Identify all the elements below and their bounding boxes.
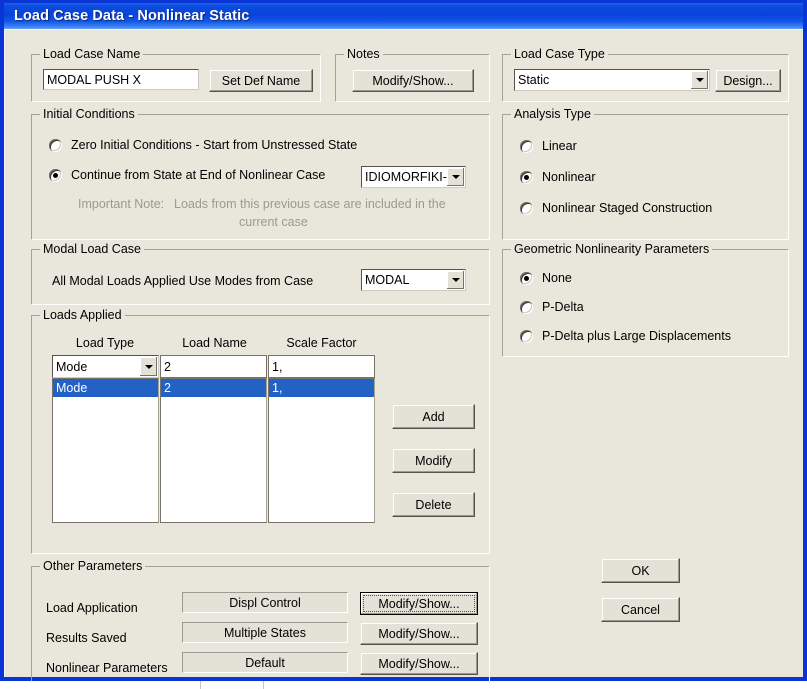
- modal-load-case-combo[interactable]: MODAL: [361, 269, 466, 291]
- cancel-button[interactable]: Cancel: [601, 597, 680, 622]
- radio-indicator: [49, 138, 62, 152]
- dialog-window: Load Case Data - Nonlinear Static Load C…: [0, 0, 807, 685]
- column-header-load-type: Load Type: [75, 336, 135, 350]
- group-analysis-type: Analysis Type Linear Nonlinear Nonlinear…: [502, 107, 789, 240]
- group-initial-conditions: Initial Conditions Zero Initial Conditio…: [31, 107, 490, 240]
- load-case-type-combo[interactable]: Static: [514, 69, 710, 91]
- window-title: Load Case Data - Nonlinear Static: [14, 8, 250, 24]
- radio-geom-none[interactable]: None: [520, 271, 572, 285]
- title-bar[interactable]: Load Case Data - Nonlinear Static: [4, 3, 803, 29]
- loads-list-row-scale-factor[interactable]: 1,: [269, 379, 374, 397]
- background-segment: [200, 681, 264, 689]
- radio-analysis-linear[interactable]: Linear: [520, 139, 577, 153]
- radio-geom-none-label: None: [542, 271, 572, 285]
- group-other-parameters-title: Other Parameters: [40, 559, 146, 573]
- chevron-down-icon: [144, 364, 153, 369]
- radio-indicator: [520, 300, 533, 314]
- column-header-scale-factor: Scale Factor: [286, 336, 357, 350]
- nonlinear-parameters-modify-show-button[interactable]: Modify/Show...: [360, 652, 478, 675]
- nonlinear-parameters-label: Nonlinear Parameters: [46, 661, 168, 675]
- radio-indicator: [520, 271, 533, 285]
- radio-indicator: [49, 168, 62, 182]
- load-name-editor-input[interactable]: 2: [160, 355, 267, 378]
- group-load-case-name-title: Load Case Name: [40, 47, 144, 61]
- column-header-load-name: Load Name: [182, 336, 247, 350]
- loads-list-column-load-name[interactable]: 2: [160, 378, 267, 523]
- important-note-label: Important Note:: [78, 197, 165, 211]
- load-application-modify-show-button[interactable]: Modify/Show...: [360, 592, 478, 615]
- group-loads-applied: Loads Applied Load Type Load Name Scale …: [31, 308, 490, 554]
- modal-load-case-combo-value: MODAL: [365, 273, 410, 287]
- radio-indicator: [520, 329, 533, 343]
- load-case-type-combo-value: Static: [518, 73, 550, 87]
- radio-indicator: [520, 170, 533, 184]
- radio-analysis-staged-construction[interactable]: Nonlinear Staged Construction: [520, 201, 712, 215]
- load-application-modify-show-label: Modify/Show...: [378, 596, 460, 611]
- initial-conditions-case-dropdown-button[interactable]: [447, 168, 464, 186]
- initial-conditions-case-combo[interactable]: IDIOMORFIKI-X: [361, 166, 466, 188]
- load-case-name-input[interactable]: MODAL PUSH X: [43, 69, 199, 90]
- group-load-case-type: Load Case Type Static Design...: [502, 47, 789, 102]
- radio-continue-from-state-label: Continue from State at End of Nonlinear …: [71, 168, 326, 182]
- load-application-label: Load Application: [46, 601, 138, 615]
- radio-analysis-linear-label: Linear: [542, 139, 577, 153]
- load-type-editor-value: Mode: [56, 359, 88, 374]
- group-load-case-name: Load Case Name MODAL PUSH X Set Def Name: [31, 47, 321, 102]
- modal-load-case-label: All Modal Loads Applied Use Modes from C…: [52, 274, 314, 288]
- notes-modify-show-button[interactable]: Modify/Show...: [352, 69, 474, 92]
- group-notes-title: Notes: [344, 47, 383, 61]
- loads-list-column-scale-factor[interactable]: 1,: [268, 378, 375, 523]
- group-load-case-type-title: Load Case Type: [511, 47, 608, 61]
- background-strip: [0, 681, 807, 689]
- radio-indicator: [520, 201, 533, 215]
- design-button[interactable]: Design...: [715, 69, 781, 92]
- set-def-name-button[interactable]: Set Def Name: [209, 69, 313, 92]
- load-application-value: Displ Control: [182, 592, 348, 613]
- radio-geom-p-delta[interactable]: P-Delta: [520, 300, 584, 314]
- ok-button[interactable]: OK: [601, 558, 680, 583]
- group-geometric-nonlinearity: Geometric Nonlinearity Parameters None P…: [502, 242, 789, 357]
- radio-geom-p-delta-large-displacements[interactable]: P-Delta plus Large Displacements: [520, 329, 731, 343]
- modal-load-case-dropdown-button[interactable]: [447, 271, 464, 289]
- modify-load-button[interactable]: Modify: [392, 448, 475, 473]
- dialog-client-area: Load Case Name MODAL PUSH X Set Def Name…: [4, 29, 803, 685]
- important-note-line2: current case: [239, 215, 308, 229]
- group-other-parameters: Other Parameters Load Application Displ …: [31, 559, 490, 685]
- load-case-type-dropdown-button[interactable]: [691, 71, 708, 89]
- radio-zero-initial-conditions[interactable]: Zero Initial Conditions - Start from Uns…: [49, 138, 357, 152]
- loads-list-row-load-name[interactable]: 2: [161, 379, 266, 397]
- load-type-dropdown-button[interactable]: [140, 357, 157, 376]
- results-saved-modify-show-button[interactable]: Modify/Show...: [360, 622, 478, 645]
- radio-continue-from-state[interactable]: Continue from State at End of Nonlinear …: [49, 168, 325, 182]
- radio-geom-p-delta-large-displacements-label: P-Delta plus Large Displacements: [542, 329, 731, 343]
- radio-geom-p-delta-label: P-Delta: [542, 300, 584, 314]
- add-load-button[interactable]: Add: [392, 404, 475, 429]
- chevron-down-icon: [451, 278, 460, 282]
- loads-list-row-load-type[interactable]: Mode: [53, 379, 158, 397]
- group-geometric-nonlinearity-title: Geometric Nonlinearity Parameters: [511, 242, 713, 256]
- group-modal-load-case-title: Modal Load Case: [40, 242, 144, 256]
- group-modal-load-case: Modal Load Case All Modal Loads Applied …: [31, 242, 490, 305]
- group-initial-conditions-title: Initial Conditions: [40, 107, 138, 121]
- group-notes: Notes Modify/Show...: [335, 47, 490, 102]
- scale-factor-editor-input[interactable]: 1,: [268, 355, 375, 378]
- results-saved-label: Results Saved: [46, 631, 127, 645]
- load-type-editor-combo[interactable]: Mode: [52, 355, 159, 378]
- radio-analysis-staged-construction-label: Nonlinear Staged Construction: [542, 201, 713, 215]
- loads-list-column-load-type[interactable]: Mode: [52, 378, 159, 523]
- chevron-down-icon: [451, 175, 460, 179]
- group-analysis-type-title: Analysis Type: [511, 107, 594, 121]
- radio-indicator: [520, 139, 533, 153]
- group-loads-applied-title: Loads Applied: [40, 308, 125, 322]
- chevron-down-icon: [695, 78, 704, 82]
- radio-analysis-nonlinear-label: Nonlinear: [542, 170, 596, 184]
- radio-analysis-nonlinear[interactable]: Nonlinear: [520, 170, 596, 184]
- results-saved-value: Multiple States: [182, 622, 348, 643]
- initial-conditions-case-combo-value: IDIOMORFIKI-X: [365, 170, 447, 184]
- delete-load-button[interactable]: Delete: [392, 492, 475, 517]
- important-note-line1: Loads from this previous case are includ…: [174, 197, 446, 211]
- radio-zero-initial-conditions-label: Zero Initial Conditions - Start from Uns…: [71, 138, 358, 152]
- nonlinear-parameters-value: Default: [182, 652, 348, 673]
